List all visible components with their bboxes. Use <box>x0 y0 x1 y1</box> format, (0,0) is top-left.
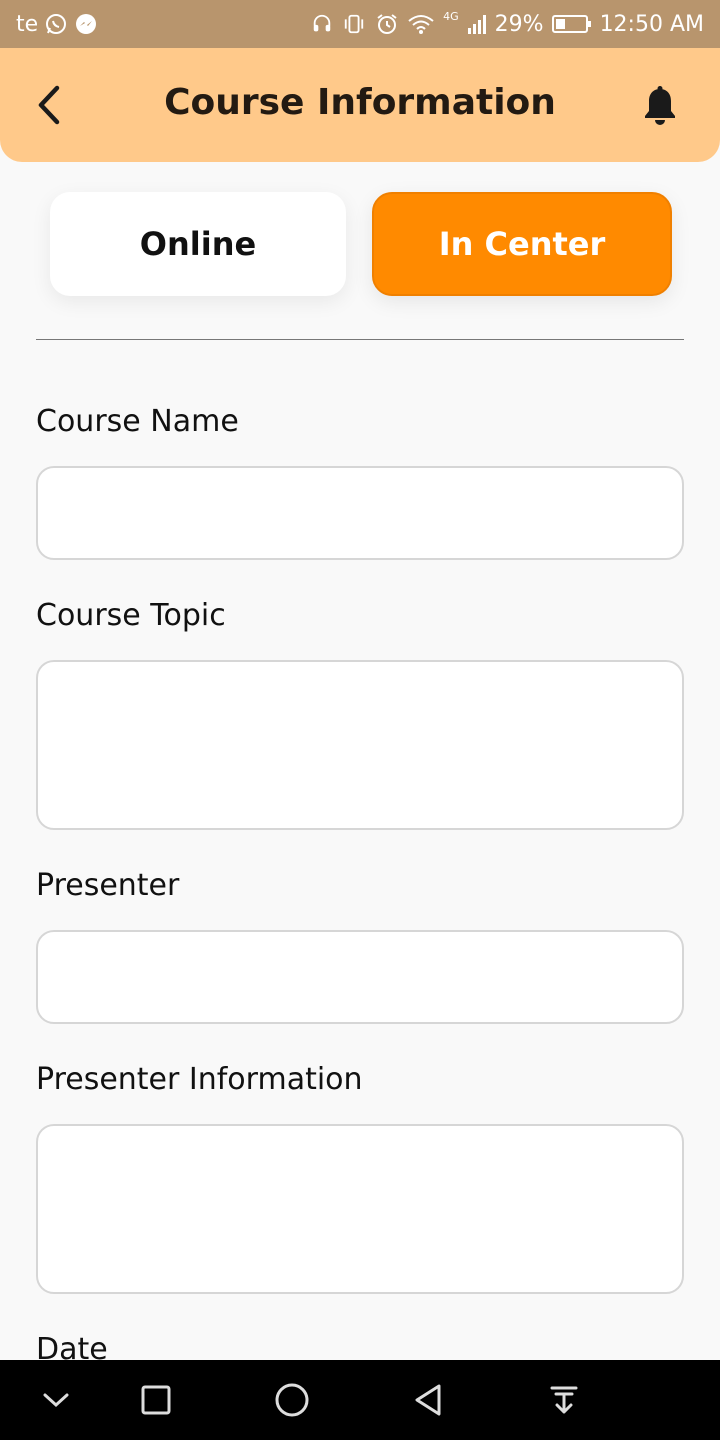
home-button[interactable] <box>270 1378 314 1422</box>
status-bar: te 4G 29% 12:50 AM <box>0 0 720 48</box>
course-topic-input[interactable] <box>36 660 684 830</box>
online-tab-button[interactable]: Online <box>50 192 346 296</box>
app-header: Course Information <box>0 48 720 162</box>
home-icon <box>275 1383 309 1417</box>
presenter-information-label: Presenter Information <box>36 1062 363 1097</box>
headset-icon <box>311 13 333 35</box>
hide-nav-button[interactable] <box>34 1378 78 1422</box>
course-name-label: Course Name <box>36 404 239 439</box>
carrier-label: te <box>16 11 39 37</box>
recent-apps-button[interactable] <box>134 1378 178 1422</box>
notification-pull-button[interactable] <box>542 1378 586 1422</box>
network-type: 4G <box>443 9 459 23</box>
signal-icon <box>467 13 487 35</box>
in-center-tab-button[interactable]: In Center <box>372 192 672 296</box>
alarm-icon <box>375 12 399 36</box>
wifi-icon <box>407 13 435 35</box>
messenger-icon <box>74 12 98 36</box>
battery-icon <box>551 14 592 34</box>
presenter-label: Presenter <box>36 868 180 903</box>
divider <box>36 339 684 340</box>
status-bar-right: 4G 29% 12:50 AM <box>311 10 704 38</box>
back-icon <box>415 1384 441 1416</box>
vibrate-icon <box>341 13 367 35</box>
whatsapp-icon <box>44 12 68 36</box>
clock: 12:50 AM <box>599 11 704 37</box>
chevron-down-icon <box>43 1393 69 1408</box>
course-name-input[interactable] <box>36 466 684 560</box>
notifications-button[interactable] <box>636 82 684 130</box>
battery-percent: 29% <box>494 11 544 37</box>
notification-pull-icon <box>550 1386 578 1414</box>
system-nav-bar <box>0 1360 720 1440</box>
presenter-information-input[interactable] <box>36 1124 684 1294</box>
bell-icon <box>645 86 675 125</box>
course-topic-label: Course Topic <box>36 598 226 633</box>
status-bar-left: te <box>16 10 98 38</box>
presenter-input[interactable] <box>36 930 684 1024</box>
page-title: Course Information <box>164 82 556 123</box>
system-back-button[interactable] <box>406 1378 450 1422</box>
recent-apps-icon <box>141 1385 171 1415</box>
